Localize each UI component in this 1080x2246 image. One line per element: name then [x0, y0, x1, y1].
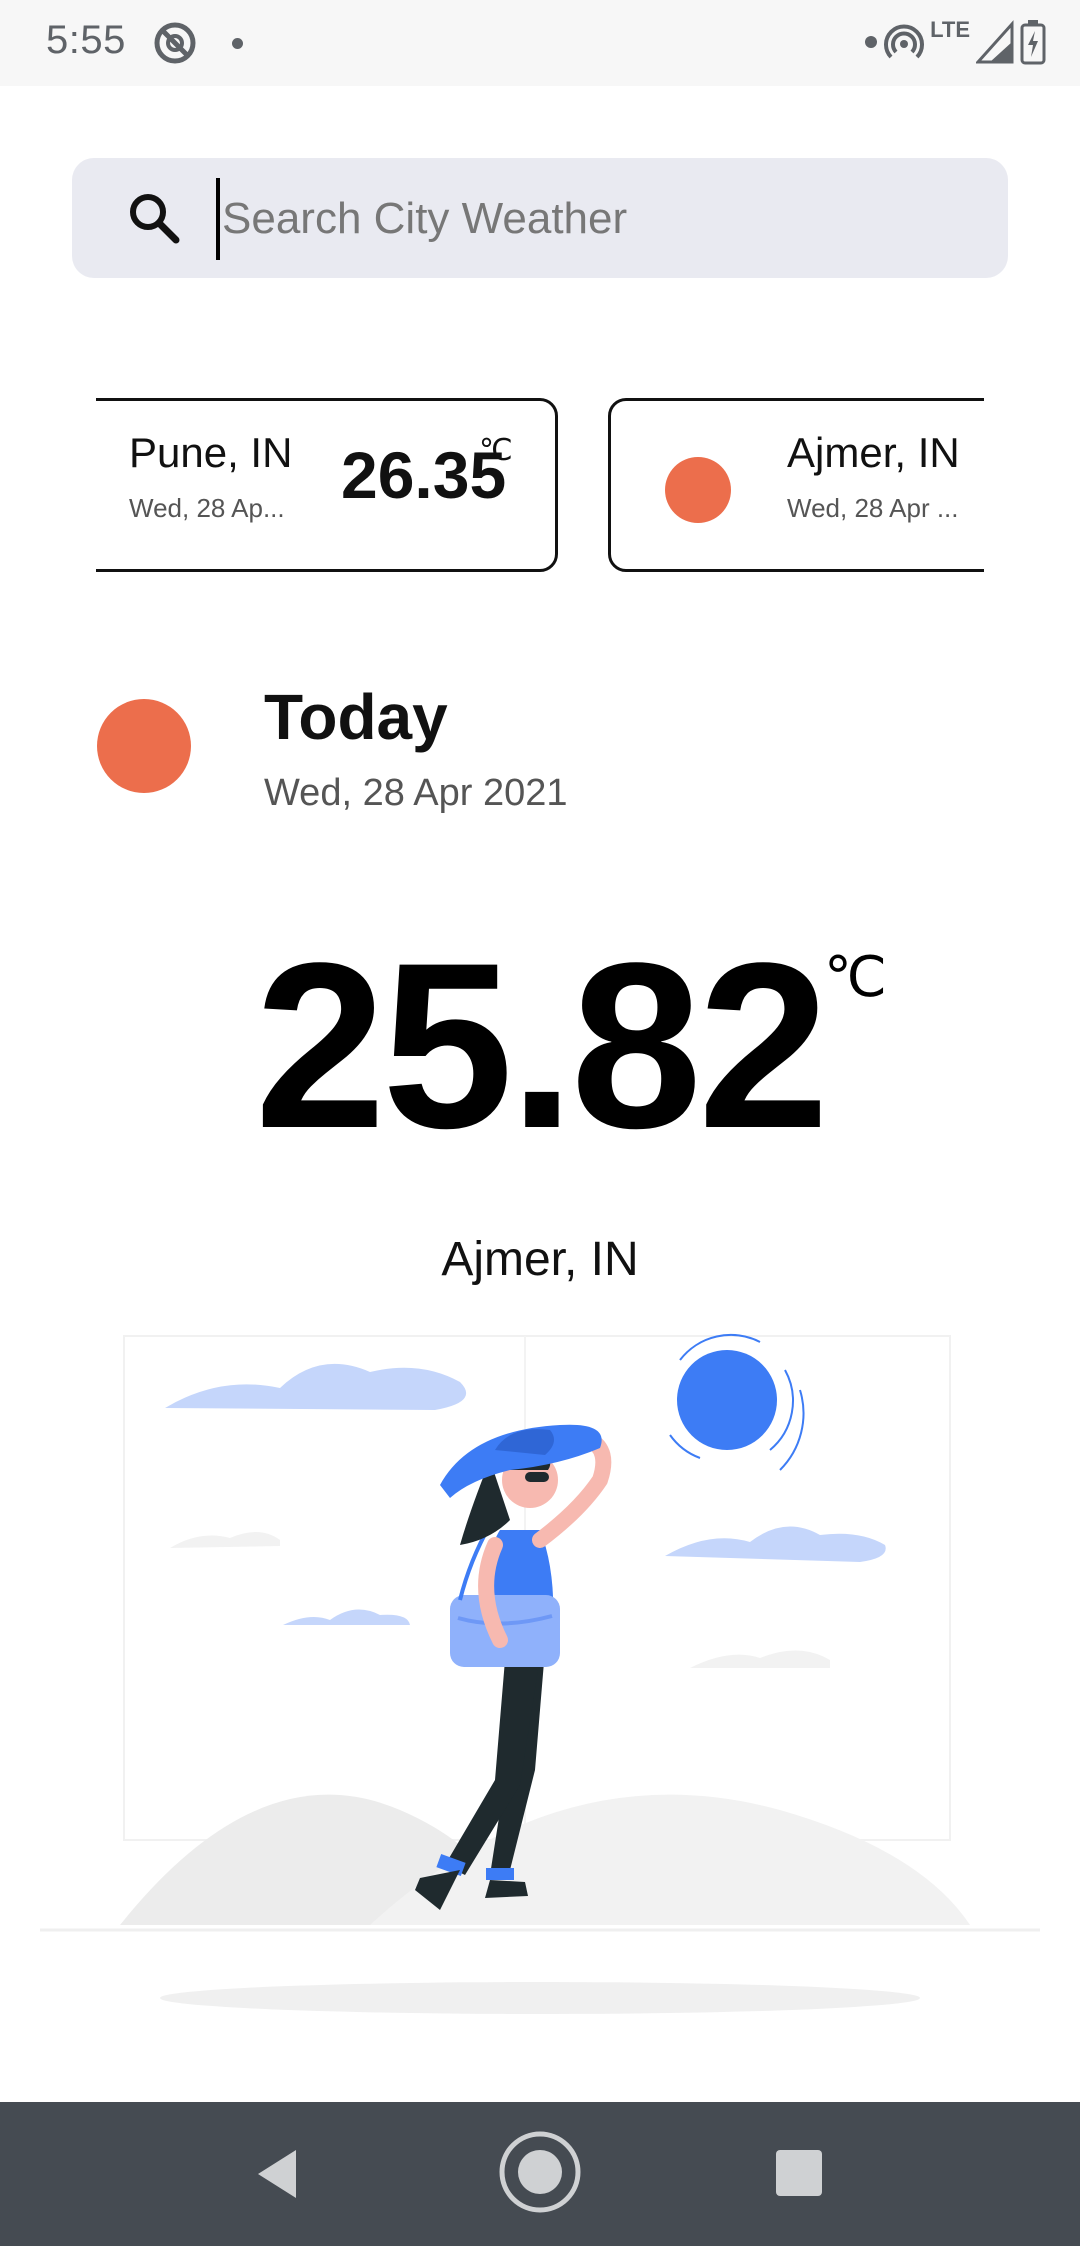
- recents-square-icon[interactable]: [774, 2136, 824, 2215]
- today-sun-icon: [97, 699, 191, 793]
- search-input[interactable]: [216, 178, 984, 260]
- city-card-ajmer[interactable]: Ajmer, IN Wed, 28 Apr ...: [608, 398, 984, 572]
- lte-label: LTE: [930, 17, 970, 42]
- small-dot-icon: [865, 36, 878, 48]
- search-bar[interactable]: [72, 158, 1008, 278]
- today-date: Wed, 28 Apr 2021: [264, 772, 568, 814]
- dnd-icon: [152, 20, 198, 71]
- system-nav-bar: [0, 2102, 1080, 2246]
- battery-icon: [1020, 20, 1046, 65]
- weather-illustration: [40, 1330, 1040, 2020]
- sun-icon: [665, 457, 731, 523]
- status-icons: LTE: [864, 16, 1046, 68]
- main-temperature: 25.82: [254, 914, 830, 1178]
- city-card-name: Ajmer, IN: [787, 429, 960, 476]
- search-icon: [126, 190, 182, 251]
- main-city-name: Ajmer, IN: [441, 1233, 639, 1286]
- city-card-date: Wed, 28 Ap...: [129, 493, 285, 523]
- city-card-list[interactable]: Pune, IN Wed, 28 Ap... 26.35 ℃ Ajmer, IN…: [96, 396, 984, 578]
- hotspot-icon: [884, 24, 925, 59]
- today-label: Today: [264, 681, 448, 753]
- main-temperature-unit: ℃: [824, 945, 887, 1008]
- city-card-unit: ℃: [479, 434, 513, 467]
- city-card-pune[interactable]: Pune, IN Wed, 28 Ap... 26.35 ℃: [96, 398, 558, 572]
- back-triangle-icon[interactable]: [252, 2136, 302, 2215]
- notification-dot-icon: [232, 38, 243, 49]
- home-circle-icon[interactable]: [498, 2131, 582, 2219]
- city-card-name: Pune, IN: [129, 429, 293, 476]
- signal-icon: [976, 20, 1014, 64]
- city-card-date: Wed, 28 Apr ...: [787, 493, 959, 523]
- status-bar: 5:55 LTE: [0, 0, 1080, 86]
- status-time: 5:55: [46, 18, 126, 62]
